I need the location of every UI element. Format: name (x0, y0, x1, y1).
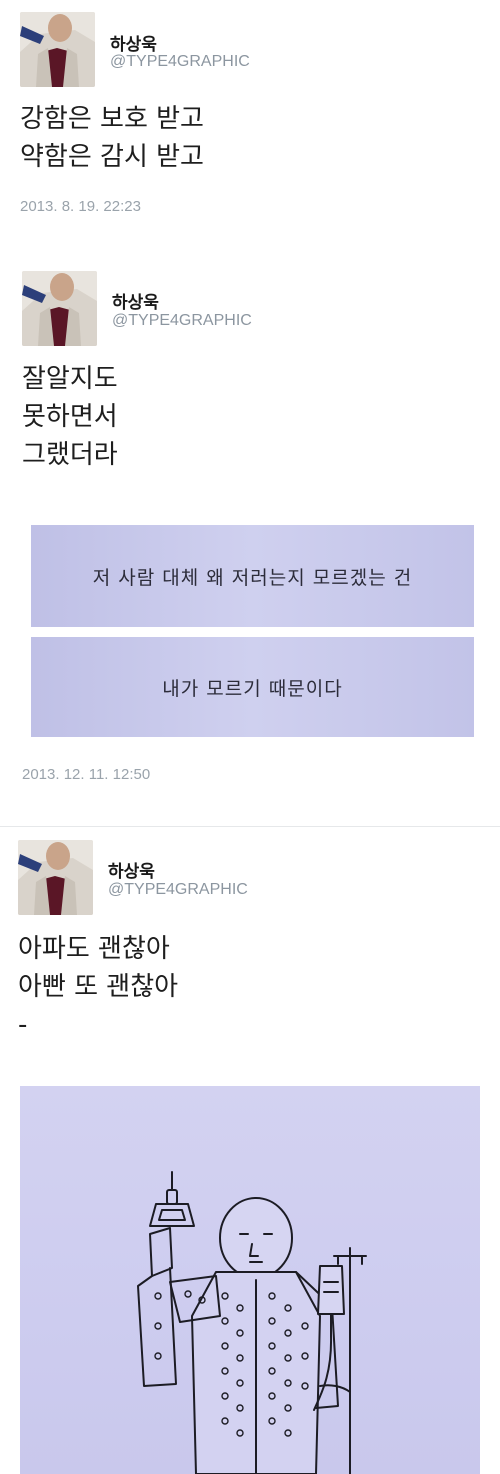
avatar[interactable] (18, 840, 93, 915)
author-name[interactable]: 하상욱 (110, 30, 157, 55)
avatar[interactable] (22, 271, 97, 346)
profile-photo-icon (22, 271, 97, 346)
tweet-text: 강함은 보호 받고 약함은 감시 받고 (20, 104, 204, 172)
author-handle[interactable]: @TYPE4GRAPHIC (108, 881, 248, 899)
profile-photo-icon (20, 12, 95, 87)
image-card-2[interactable]: 내가 모르기 때문이다 (31, 637, 474, 737)
image-card-1[interactable]: 저 사람 대체 왜 저러는지 모르겠는 건 (31, 525, 474, 627)
profile-photo-icon (18, 840, 93, 915)
author-handle[interactable]: @TYPE4GRAPHIC (110, 53, 250, 71)
author-name[interactable]: 하상욱 (112, 288, 159, 313)
tweet-text: 잘알지도 못하면서 그랬더라 (22, 364, 118, 470)
author-handle[interactable]: @TYPE4GRAPHIC (112, 312, 252, 330)
patient-with-iv-pole-illustration-icon (137, 1171, 367, 1474)
divider (0, 826, 500, 827)
avatar[interactable] (20, 12, 95, 87)
tweet-image[interactable] (20, 1086, 480, 1474)
tweet-timestamp[interactable]: 2013. 8. 19. 22:23 (20, 198, 141, 215)
author-name[interactable]: 하상욱 (108, 857, 155, 882)
tweet-timestamp[interactable]: 2013. 12. 11. 12:50 (22, 766, 150, 783)
tweet-text: 아파도 괜찮아 아빤 또 괜찮아 - (18, 934, 179, 1040)
